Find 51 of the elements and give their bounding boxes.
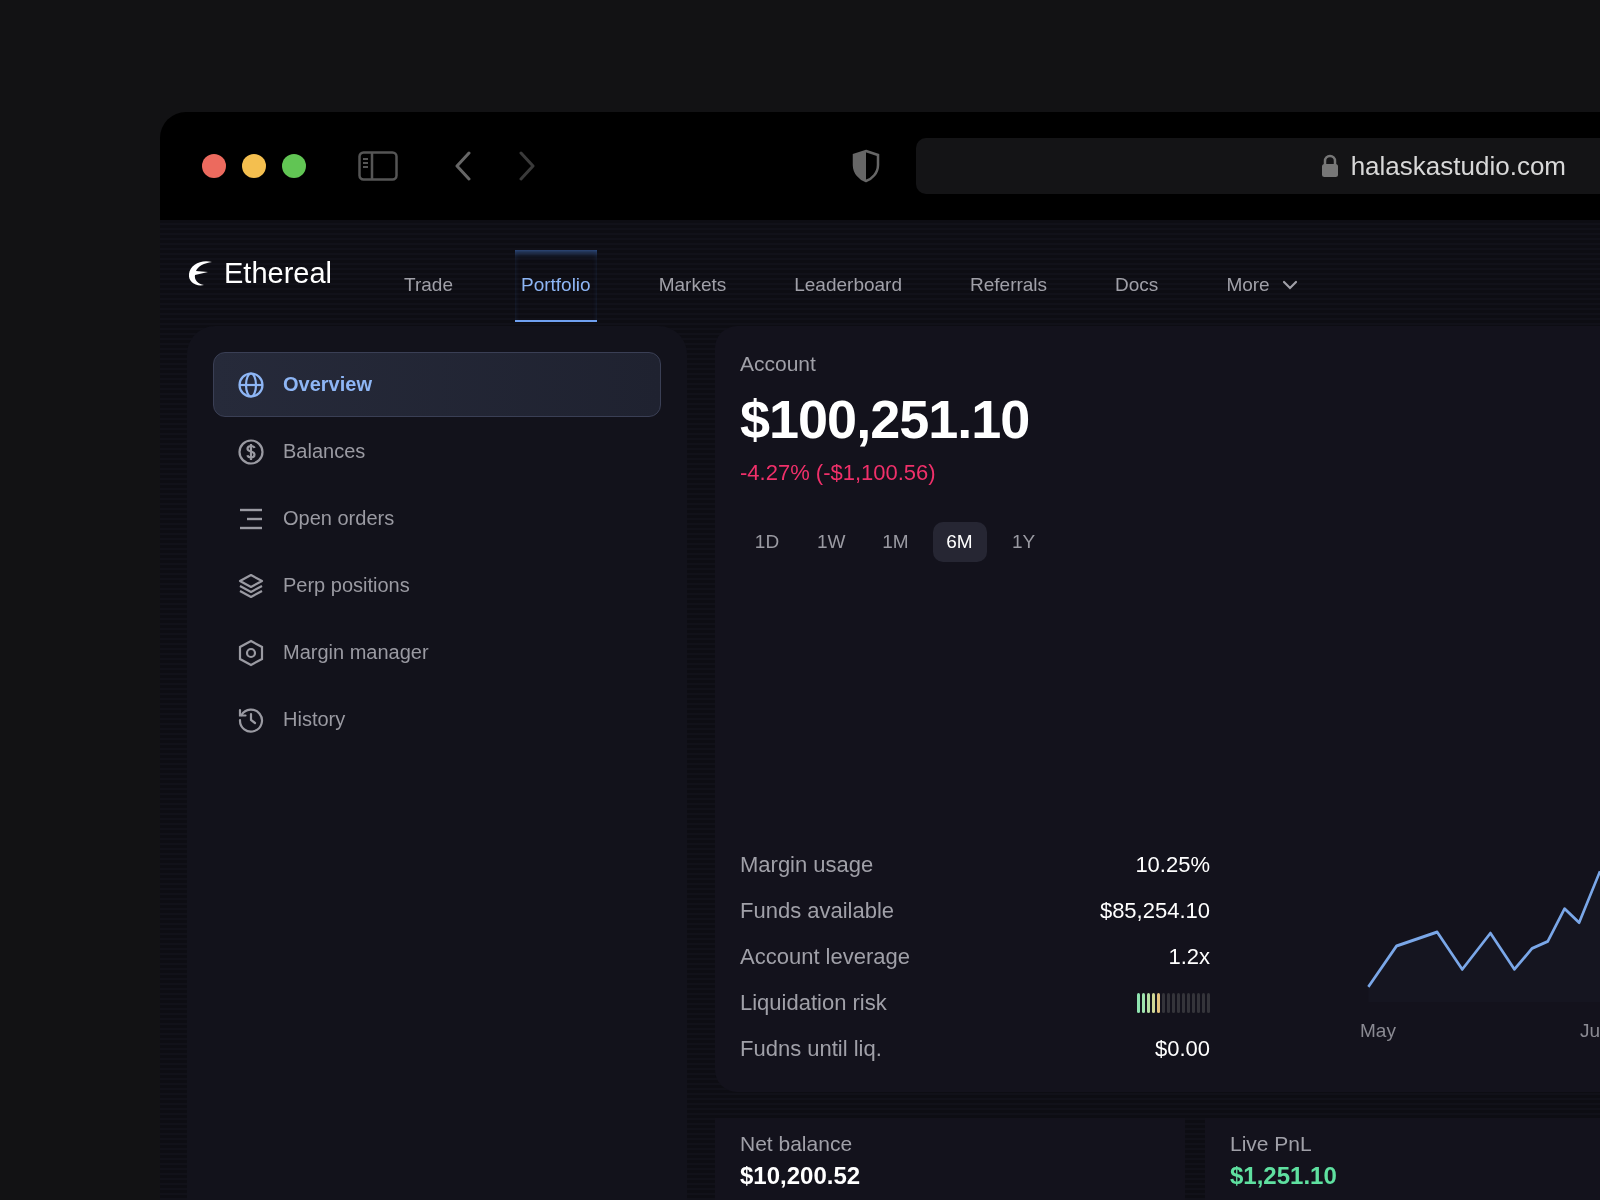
stat-value: 1.2x [1168,944,1210,970]
time-range-tab[interactable]: 1D [740,522,794,562]
summary-value: $10,200.52 [740,1162,862,1190]
nav-tab[interactable]: Portfolio [514,250,597,322]
balance-change: -4.27% (-$1,100.56) [740,460,937,486]
stat-label: Margin usage [740,852,874,878]
nav-tab[interactable]: Trade [398,250,459,322]
axis-label: May [1360,1020,1396,1042]
sidebar-toggle-icon[interactable] [358,151,398,181]
sidebar-item[interactable]: Perp positions [213,553,661,618]
sidebar-item[interactable]: Margin manager [213,620,661,685]
more-menu[interactable]: More [1220,250,1304,322]
dollar-coin-icon [237,437,265,466]
maximize-window-button[interactable] [282,154,306,178]
minimize-window-button[interactable] [242,154,266,178]
sidebar-item[interactable]: Overview [213,352,661,417]
stat-label: Funds available [740,898,895,924]
globe-icon [237,370,265,399]
time-range-tab[interactable]: 1W [804,522,859,562]
shield-icon[interactable] [852,149,880,183]
card-title: Account [740,352,817,376]
layers-icon [237,571,265,600]
nav-tab[interactable]: Leaderboard [788,250,908,322]
lock-icon [1320,154,1339,178]
time-range-tab[interactable]: 1Y [996,522,1051,562]
summary-value: $1,251.10 [1230,1162,1338,1190]
sidebar-item[interactable]: History [213,687,661,752]
stat-label: Fudns until liq. [740,1036,882,1062]
summary-label: Net balance [740,1132,854,1156]
nav-tab[interactable]: Markets [652,250,733,322]
history-icon [237,705,265,734]
address-bar[interactable]: halaskastudio.com [916,138,1600,194]
stat-value: $85,254.10 [1099,898,1210,924]
time-range-tab[interactable]: 6M [932,522,987,562]
hexagon-icon [237,638,265,667]
brand-name: Ethereal [224,256,332,290]
summary-label: Live PnL [1230,1132,1313,1156]
nav-tab[interactable]: Referrals [964,250,1054,322]
close-window-button[interactable] [202,154,226,178]
nav-tab[interactable]: Docs [1109,250,1165,322]
sidebar-item[interactable]: Balances [213,419,661,484]
time-range-tab[interactable]: 1M [868,522,923,562]
stat-label: Liquidation risk [740,990,887,1016]
account-balance: $100,251.10 [740,388,1031,450]
stat-value: 10.25% [1135,852,1210,878]
stat-label: Account leverage [740,944,910,970]
back-icon[interactable] [454,151,472,181]
axis-label: Ju [1579,1020,1600,1042]
sidebar-item[interactable]: Open orders [213,486,661,551]
chevron-down-icon [1281,280,1298,290]
stat-value: $0.00 [1154,1036,1210,1062]
